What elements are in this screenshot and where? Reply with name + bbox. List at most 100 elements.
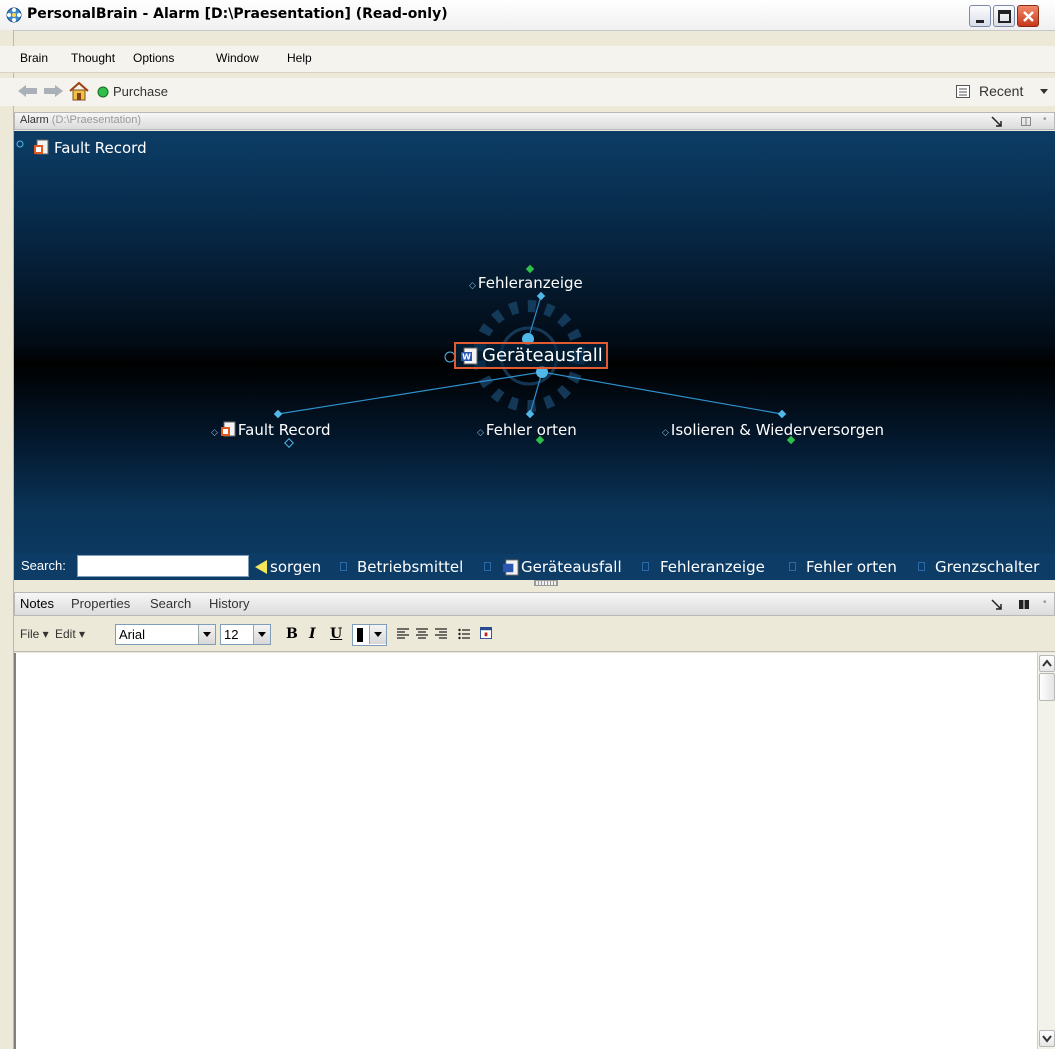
thought-dot-icon: ◇: [662, 428, 669, 438]
history-separator-icon: [642, 562, 649, 571]
recent-list-icon: [956, 85, 970, 98]
recent-dropdown[interactable]: Recent: [979, 83, 1023, 99]
minimize-button[interactable]: [969, 5, 991, 27]
menu-window[interactable]: Window: [216, 51, 259, 65]
word-document-icon: W: [461, 347, 478, 365]
fault-record-doc-icon: [34, 139, 49, 155]
search-input[interactable]: [77, 555, 249, 577]
back-arrow-icon[interactable]: [17, 84, 39, 98]
history-word-doc-icon: [502, 559, 519, 576]
font-size-value: 12: [224, 627, 239, 642]
tab-history[interactable]: History: [209, 596, 249, 611]
bold-button[interactable]: B: [286, 626, 298, 642]
history-item-betriebsmittel[interactable]: Betriebsmittel: [357, 558, 463, 576]
central-thought-geraeteausfall[interactable]: W Geräteausfall: [454, 342, 608, 369]
notes-split-icon[interactable]: [1019, 600, 1029, 609]
split-view-icon[interactable]: [1021, 117, 1031, 126]
file-menu-label: File: [20, 627, 40, 641]
menu-options[interactable]: Options: [133, 51, 174, 65]
notes-file-menu[interactable]: File ▾: [20, 627, 49, 641]
child-thought-fehler-orten[interactable]: ◇ Fehler orten: [477, 421, 577, 439]
thought-dot-icon: ◇: [211, 428, 218, 438]
brain-name: Alarm: [20, 114, 49, 126]
history-separator-icon: [484, 562, 491, 571]
child-thought-label: Fehler orten: [485, 421, 577, 439]
expand-diagonal-icon[interactable]: [991, 116, 1003, 127]
tab-search[interactable]: Search: [150, 596, 191, 611]
color-chevron-down-icon[interactable]: [369, 625, 386, 644]
menu-help[interactable]: Help: [287, 51, 312, 65]
child-thought-fault-record[interactable]: ◇ Fault Record: [211, 421, 331, 439]
forward-arrow-icon[interactable]: [42, 84, 64, 98]
child-thought-label: Fault Record: [237, 421, 331, 439]
chevron-up-icon: [1042, 659, 1052, 667]
notes-vertical-scrollbar[interactable]: [1037, 653, 1055, 1049]
brain-title: Alarm (D:\Praesentation): [20, 114, 141, 126]
tab-properties[interactable]: Properties: [71, 596, 130, 611]
text-color-select[interactable]: [352, 624, 387, 646]
history-separator-icon: [340, 562, 347, 571]
thought-dot-icon: ◇: [477, 428, 484, 438]
notes-format-toolbar: File ▾ Edit ▾ Arial 12 B I U: [14, 618, 1055, 652]
history-back-arrow-icon[interactable]: [255, 560, 267, 574]
maximize-icon: [998, 10, 1011, 23]
brain-path: (D:\Praesentation): [51, 114, 142, 126]
purchase-link[interactable]: Purchase: [113, 84, 168, 99]
window-title: PersonalBrain - Alarm [D:\Praesentation]…: [27, 6, 448, 22]
notes-expand-icon[interactable]: [991, 599, 1003, 610]
window-left-border: [0, 30, 14, 1049]
italic-button[interactable]: I: [309, 626, 316, 642]
app-logo-icon: [6, 7, 22, 23]
notes-header-dot-icon: •: [1043, 597, 1047, 608]
size-chevron-down-icon[interactable]: [253, 625, 270, 644]
history-separator-icon: [918, 562, 925, 571]
menu-brain[interactable]: Brain: [20, 51, 48, 65]
notes-editor[interactable]: [14, 653, 1037, 1049]
menu-bar: Brain Thought Options Window Help: [0, 46, 1055, 73]
text-color-swatch: [357, 628, 363, 642]
scroll-up-button[interactable]: [1039, 655, 1055, 672]
title-bar: PersonalBrain - Alarm [D:\Praesentation]…: [0, 0, 1055, 31]
history-item-grenzschalter[interactable]: Grenzschalter: [935, 558, 1039, 576]
font-chevron-down-icon[interactable]: [198, 625, 215, 644]
chevron-down-icon: [1042, 1035, 1052, 1043]
child-thought-label: Isolieren & Wiederversorgen: [670, 421, 884, 439]
search-label: Search:: [21, 558, 66, 573]
notes-edit-menu[interactable]: Edit ▾: [55, 627, 85, 641]
recent-chevron-down-icon[interactable]: [1040, 89, 1048, 95]
font-size-select[interactable]: 12: [220, 624, 271, 645]
align-left-icon[interactable]: [397, 628, 409, 640]
align-center-icon[interactable]: [416, 628, 428, 640]
brain-plex[interactable]: Fault Record ◇ Fehleranzeige W Geräteausf…: [14, 131, 1055, 578]
align-right-icon[interactable]: [435, 628, 447, 640]
underline-button[interactable]: U: [330, 626, 342, 642]
history-separator-icon: [789, 562, 796, 571]
calendar-date-icon[interactable]: [480, 627, 492, 639]
edit-menu-label: Edit: [55, 627, 76, 641]
font-family-select[interactable]: Arial: [115, 624, 216, 645]
history-item-fehleranzeige[interactable]: Fehleranzeige: [660, 558, 765, 576]
notes-tabs-bar: Notes Properties Search History •: [14, 592, 1055, 616]
pane-splitter[interactable]: [14, 580, 1055, 590]
scroll-thumb[interactable]: [1039, 673, 1055, 701]
svg-text:W: W: [462, 353, 471, 362]
history-item-sorgen[interactable]: sorgen: [270, 558, 321, 576]
minimize-icon: [976, 20, 984, 23]
header-dot-icon: •: [1043, 114, 1047, 125]
scroll-down-button[interactable]: [1039, 1030, 1055, 1047]
child-thought-isolieren[interactable]: ◇ Isolieren & Wiederversorgen: [662, 421, 884, 439]
purchase-green-dot-icon: [97, 86, 109, 98]
maximize-button[interactable]: [993, 5, 1015, 27]
pinned-thought-fault-record[interactable]: Fault Record: [54, 139, 147, 157]
close-button[interactable]: [1017, 5, 1039, 27]
history-item-geraeteausfall[interactable]: Geräteausfall: [521, 558, 622, 576]
parent-thought-label: Fehleranzeige: [477, 274, 583, 292]
tab-notes[interactable]: Notes: [20, 596, 54, 611]
search-history-bar: Search: sorgen Betriebsmittel Geräteausf…: [14, 554, 1055, 580]
home-icon[interactable]: [68, 81, 90, 101]
splitter-grip-icon[interactable]: [534, 580, 558, 586]
menu-thought[interactable]: Thought: [71, 51, 115, 65]
parent-thought-fehleranzeige[interactable]: ◇ Fehleranzeige: [469, 274, 583, 292]
bullet-list-icon[interactable]: [458, 628, 470, 640]
history-item-fehler-orten[interactable]: Fehler orten: [806, 558, 897, 576]
